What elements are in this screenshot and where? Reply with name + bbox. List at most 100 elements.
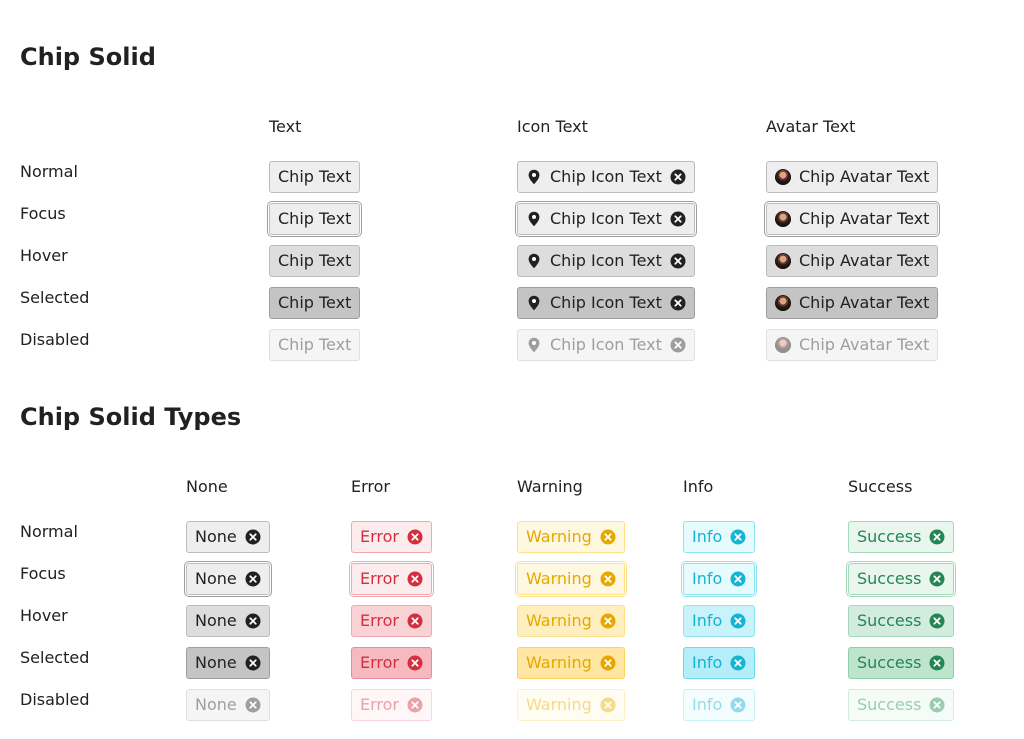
row-label-hover: Hover xyxy=(20,606,68,625)
close-circle-icon[interactable] xyxy=(407,571,423,587)
chip-error-focus[interactable]: Error xyxy=(351,563,432,595)
chip-label: Success xyxy=(857,569,922,588)
chip-warning-focus[interactable]: Warning xyxy=(517,563,625,595)
row-label-focus: Focus xyxy=(20,564,66,583)
chip-text-focus[interactable]: Chip Text xyxy=(269,203,361,235)
close-circle-icon[interactable] xyxy=(407,529,423,545)
close-circle-icon[interactable] xyxy=(245,529,261,545)
chip-error-selected[interactable]: Error xyxy=(351,647,432,679)
chip-none-hover[interactable]: None xyxy=(186,605,270,637)
row-label-focus: Focus xyxy=(20,204,66,223)
chip-label: Info xyxy=(692,611,723,630)
column-header-success: Success xyxy=(848,477,913,496)
close-circle-icon[interactable] xyxy=(730,613,746,629)
row-label-normal: Normal xyxy=(20,522,78,541)
chip-info-selected[interactable]: Info xyxy=(683,647,756,679)
row-label-hover: Hover xyxy=(20,246,68,265)
chip-label: Chip Text xyxy=(278,167,352,186)
chip-warning-hover[interactable]: Warning xyxy=(517,605,625,637)
chip-label: None xyxy=(195,569,237,588)
close-circle-icon[interactable] xyxy=(407,613,423,629)
close-circle-icon[interactable] xyxy=(929,571,945,587)
chip-text-disabled: Chip Text xyxy=(269,329,361,361)
chip-icon-text-selected[interactable]: Chip Icon Text xyxy=(517,287,695,319)
map-pin-icon xyxy=(526,169,542,185)
chip-success-hover[interactable]: Success xyxy=(848,605,955,637)
chip-info-hover[interactable]: Info xyxy=(683,605,756,637)
chip-label: Success xyxy=(857,653,922,672)
map-pin-icon xyxy=(526,337,542,353)
chip-label: Info xyxy=(692,695,723,714)
chip-label: Chip Icon Text xyxy=(550,167,662,186)
column-header-warning: Warning xyxy=(517,477,583,496)
close-circle-icon[interactable] xyxy=(929,529,945,545)
chip-label: Warning xyxy=(526,611,592,630)
close-circle-icon[interactable] xyxy=(245,655,261,671)
close-circle-icon[interactable] xyxy=(600,529,616,545)
chip-avatar-text-selected[interactable]: Chip Avatar Text xyxy=(766,287,939,319)
close-circle-icon[interactable] xyxy=(730,571,746,587)
column-header-none: None xyxy=(186,477,228,496)
chip-icon-text-focus[interactable]: Chip Icon Text xyxy=(517,203,695,235)
avatar xyxy=(775,337,791,353)
chip-label: Chip Text xyxy=(278,293,352,312)
chip-none-disabled: None xyxy=(186,689,270,721)
chip-label: None xyxy=(195,695,237,714)
close-circle-icon[interactable] xyxy=(670,253,686,269)
chip-text-normal[interactable]: Chip Text xyxy=(269,161,361,193)
chip-label: Error xyxy=(360,527,399,546)
chip-error-hover[interactable]: Error xyxy=(351,605,432,637)
close-circle-icon[interactable] xyxy=(600,571,616,587)
map-pin-icon xyxy=(526,253,542,269)
avatar xyxy=(775,253,791,269)
chip-none-focus[interactable]: None xyxy=(186,563,270,595)
close-circle-icon[interactable] xyxy=(929,655,945,671)
chip-label: Chip Avatar Text xyxy=(799,167,930,186)
chip-none-normal[interactable]: None xyxy=(186,521,270,553)
row-label-selected: Selected xyxy=(20,648,90,667)
chip-success-disabled: Success xyxy=(848,689,955,721)
column-header-info: Info xyxy=(683,477,714,496)
chip-text-hover[interactable]: Chip Text xyxy=(269,245,361,277)
close-circle-icon[interactable] xyxy=(245,571,261,587)
close-circle-icon xyxy=(245,697,261,713)
close-circle-icon[interactable] xyxy=(730,529,746,545)
close-circle-icon xyxy=(600,697,616,713)
chip-success-selected[interactable]: Success xyxy=(848,647,955,679)
chip-avatar-text-hover[interactable]: Chip Avatar Text xyxy=(766,245,939,277)
chip-label: None xyxy=(195,611,237,630)
close-circle-icon[interactable] xyxy=(600,613,616,629)
close-circle-icon[interactable] xyxy=(670,169,686,185)
close-circle-icon[interactable] xyxy=(670,211,686,227)
close-circle-icon[interactable] xyxy=(407,655,423,671)
chip-label: Error xyxy=(360,653,399,672)
chip-label: Chip Icon Text xyxy=(550,335,662,354)
chip-none-selected[interactable]: None xyxy=(186,647,270,679)
chip-warning-normal[interactable]: Warning xyxy=(517,521,625,553)
map-pin-icon xyxy=(526,211,542,227)
close-circle-icon[interactable] xyxy=(929,613,945,629)
chip-label: Info xyxy=(692,569,723,588)
chip-label: Chip Avatar Text xyxy=(799,251,930,270)
chip-label: Chip Avatar Text xyxy=(799,293,930,312)
column-header-avatar-text: Avatar Text xyxy=(766,117,856,136)
chip-text-selected[interactable]: Chip Text xyxy=(269,287,361,319)
chip-label: Error xyxy=(360,569,399,588)
chip-info-focus[interactable]: Info xyxy=(683,563,756,595)
chip-avatar-text-disabled: Chip Avatar Text xyxy=(766,329,939,361)
chip-warning-selected[interactable]: Warning xyxy=(517,647,625,679)
close-circle-icon[interactable] xyxy=(670,295,686,311)
chip-success-focus[interactable]: Success xyxy=(848,563,955,595)
chip-avatar-text-normal[interactable]: Chip Avatar Text xyxy=(766,161,939,193)
chip-success-normal[interactable]: Success xyxy=(848,521,955,553)
close-circle-icon xyxy=(407,697,423,713)
chip-info-normal[interactable]: Info xyxy=(683,521,756,553)
chip-icon-text-hover[interactable]: Chip Icon Text xyxy=(517,245,695,277)
chip-error-normal[interactable]: Error xyxy=(351,521,432,553)
close-circle-icon[interactable] xyxy=(245,613,261,629)
close-circle-icon[interactable] xyxy=(600,655,616,671)
chip-avatar-text-focus[interactable]: Chip Avatar Text xyxy=(766,203,939,235)
chip-icon-text-normal[interactable]: Chip Icon Text xyxy=(517,161,695,193)
close-circle-icon[interactable] xyxy=(730,655,746,671)
chip-label: Chip Avatar Text xyxy=(799,335,930,354)
